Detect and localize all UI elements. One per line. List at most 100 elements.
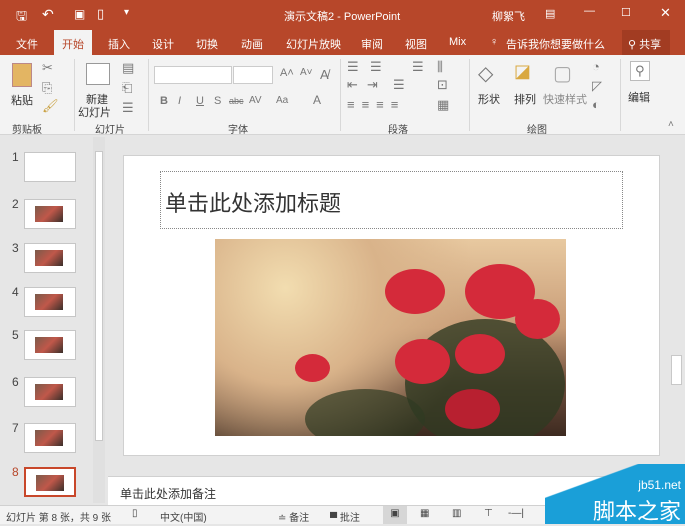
shrink-font-icon[interactable]: A˅: [300, 67, 313, 78]
align-buttons-icon[interactable]: ≡≡≡≡: [347, 97, 405, 112]
watermark-name: 脚本之家: [592, 499, 681, 524]
scrollbar-thumb[interactable]: [671, 355, 682, 385]
grow-font-icon[interactable]: A˄: [280, 67, 294, 79]
undo-icon[interactable]: ↶: [42, 6, 54, 23]
ribbon-display-icon[interactable]: ▤: [545, 7, 555, 20]
slide-thumbnail[interactable]: [24, 330, 76, 360]
text-direction-icon[interactable]: ⫼: [437, 59, 443, 75]
char-spacing-button[interactable]: AV: [249, 95, 262, 106]
clear-format-icon[interactable]: A̸: [320, 67, 329, 82]
zoom-slider[interactable]: -—|: [508, 508, 524, 519]
increase-indent-icon[interactable]: ⇥: [367, 77, 378, 93]
present-icon[interactable]: ▣: [74, 7, 85, 21]
tab-insert[interactable]: 插入: [108, 36, 130, 52]
slide-thumbnail[interactable]: [24, 243, 76, 273]
collapse-ribbon-icon[interactable]: ˄: [668, 119, 674, 130]
slide-thumbnail[interactable]: [24, 152, 76, 182]
group-slides: 幻灯片: [95, 125, 125, 136]
format-painter-icon[interactable]: 🖌: [42, 98, 59, 114]
slide-thumbnail[interactable]: [24, 377, 76, 407]
font-name-select[interactable]: [154, 66, 232, 84]
tab-mix[interactable]: Mix: [449, 36, 466, 48]
vertical-scrollbar[interactable]: [668, 135, 685, 476]
slide-thumbnail[interactable]: [24, 423, 76, 453]
slide-thumbnail[interactable]: [24, 287, 76, 317]
columns-icon[interactable]: ☰: [393, 77, 405, 93]
tab-review[interactable]: 审阅: [361, 36, 383, 52]
minimize-icon[interactable]: —: [584, 5, 595, 17]
quick-style-icon[interactable]: ▢: [553, 61, 572, 86]
user-name[interactable]: 柳絮飞: [492, 8, 525, 24]
tell-me-input[interactable]: 告诉我你想要做什么: [506, 36, 605, 52]
bold-button[interactable]: B: [160, 95, 168, 107]
shape-button[interactable]: 形状: [478, 91, 500, 107]
arrange-button[interactable]: 排列: [514, 91, 536, 107]
decrease-indent-icon[interactable]: ⇤: [347, 77, 358, 93]
group-paragraph: 段落: [388, 125, 408, 136]
search-icon[interactable]: ⚲: [630, 61, 650, 81]
thumbnail-number: 4: [12, 285, 19, 299]
paste-button[interactable]: 粘贴: [11, 92, 33, 108]
section-icon[interactable]: ☰: [122, 100, 134, 116]
tab-animations[interactable]: 动画: [241, 36, 263, 52]
smartart-icon[interactable]: ▦: [437, 97, 449, 113]
language-indicator[interactable]: 中文(中国): [160, 509, 207, 524]
share-label: 共享: [639, 39, 662, 51]
ribbon: 粘贴 ✂ ⎘ 🖌 剪贴板 新建 幻灯片 ▤ ⎗ ☰ 幻灯片 A˄ A˅ A̸ B…: [0, 55, 685, 136]
tab-home[interactable]: 开始: [54, 30, 92, 55]
reading-view-icon[interactable]: ▥: [452, 508, 461, 519]
close-icon[interactable]: ✕: [660, 5, 671, 21]
line-spacing-icon[interactable]: ☰: [412, 59, 424, 75]
scrollbar-thumb[interactable]: [95, 151, 103, 441]
new-icon[interactable]: ▯: [97, 6, 104, 22]
slide-sorter-icon[interactable]: ▦: [420, 508, 429, 519]
font-color-button[interactable]: A: [313, 93, 321, 107]
underline-button[interactable]: U: [196, 95, 204, 107]
edit-button[interactable]: 编辑: [628, 89, 650, 105]
shape-icon[interactable]: ◇: [478, 61, 493, 86]
group-font: 字体: [228, 125, 248, 136]
numbering-icon[interactable]: ☰: [370, 59, 382, 75]
reset-icon[interactable]: ⎗: [122, 80, 132, 96]
tab-slideshow[interactable]: 幻灯片放映: [286, 36, 341, 52]
align-text-icon[interactable]: ⊡: [437, 77, 448, 93]
strikethrough-button[interactable]: abc: [229, 96, 244, 106]
bullets-icon[interactable]: ☰: [347, 59, 359, 75]
save-icon[interactable]: 🖫: [16, 7, 27, 29]
customize-icon[interactable]: ▾: [124, 7, 129, 18]
person-icon: ⚲: [628, 39, 637, 51]
thumbnail-number: 1: [12, 150, 19, 164]
thumbnail-scrollbar[interactable]: [93, 137, 105, 503]
arrange-icon[interactable]: ◪: [514, 61, 531, 82]
copy-icon[interactable]: ⎘: [42, 80, 52, 96]
share-button[interactable]: ⚲ 共享: [622, 30, 670, 55]
comments-button[interactable]: ▀ 批注: [330, 509, 360, 524]
group-clipboard: 剪贴板: [12, 125, 42, 136]
layout-icon[interactable]: ▤: [122, 60, 134, 76]
shape-outline-icon[interactable]: ◸: [592, 78, 602, 94]
change-case-button[interactable]: Aa: [276, 95, 288, 106]
normal-view-icon[interactable]: ▣: [383, 506, 407, 524]
tab-view[interactable]: 视图: [405, 36, 427, 52]
flower-picture[interactable]: [215, 239, 566, 436]
paste-icon[interactable]: [12, 63, 32, 87]
tab-file[interactable]: 文件: [16, 36, 38, 52]
thumbnail-number: 6: [12, 375, 19, 389]
slideshow-icon[interactable]: ⊤: [484, 508, 493, 519]
tab-design[interactable]: 设计: [152, 36, 174, 52]
slide-thumbnail[interactable]: [24, 467, 76, 497]
tab-transitions[interactable]: 切换: [196, 36, 218, 52]
italic-button[interactable]: I: [178, 95, 181, 107]
new-slide-icon[interactable]: [86, 63, 110, 85]
slide-thumbnail[interactable]: [24, 199, 76, 229]
cut-icon[interactable]: ✂: [42, 60, 53, 76]
shape-fill-icon[interactable]: ◔: [592, 59, 600, 74]
title-placeholder[interactable]: 单击此处添加标题: [160, 171, 623, 229]
notes-button[interactable]: ≐ 备注: [278, 509, 309, 524]
maximize-icon[interactable]: ☐: [621, 6, 631, 19]
shadow-button[interactable]: S: [214, 95, 221, 107]
spellcheck-icon[interactable]: ▯: [132, 508, 138, 519]
quick-style-button[interactable]: 快速样式: [543, 91, 587, 107]
shape-effects-icon[interactable]: ◐: [592, 97, 600, 112]
font-size-select[interactable]: [233, 66, 273, 84]
